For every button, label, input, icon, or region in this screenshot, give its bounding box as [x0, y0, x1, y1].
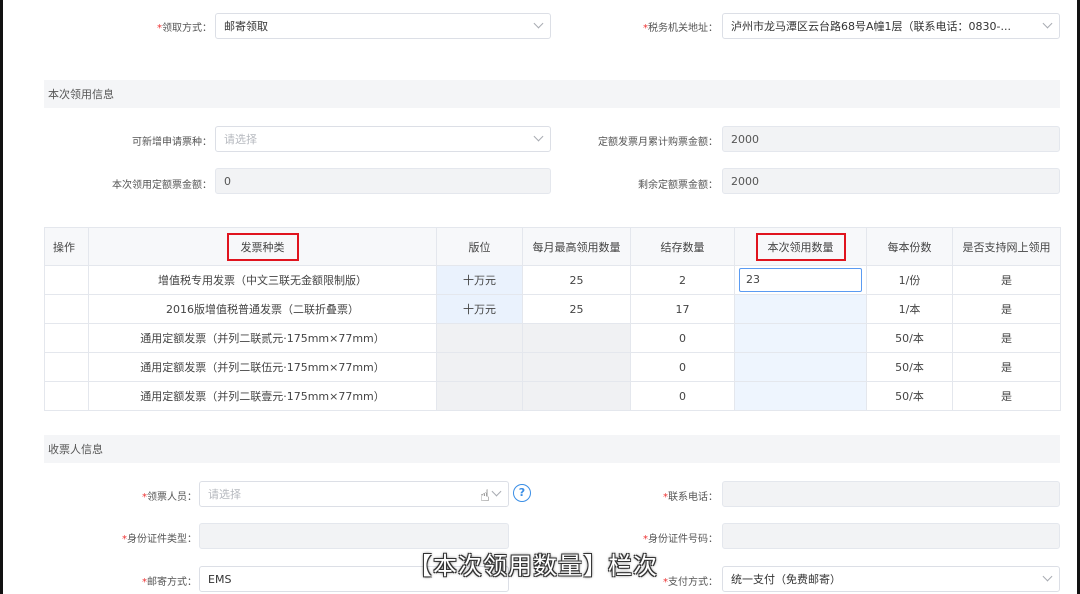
invoice-type-highlight: 发票种类: [226, 232, 299, 261]
row-action-cell: [44, 323, 89, 353]
chevron-down-icon: [1042, 18, 1053, 29]
monthly-max-cell: 25: [522, 294, 631, 324]
table-row: 通用定额发票（并列二联壹元·175mm×77mm） 0 50/本 是: [44, 381, 1061, 411]
monthly-total-label: 定额发票月累计购票金额：: [598, 137, 718, 148]
edition-cell: 十万元: [436, 294, 523, 324]
hand-cursor-icon: ☝: [480, 486, 490, 505]
phone-field: [722, 481, 1060, 507]
col-online: 是否支持网上领用: [952, 227, 1061, 266]
col-monthly-max: 每月最高领用数量: [522, 227, 631, 266]
video-subtitle: 【本次领用数量】栏次: [408, 552, 658, 580]
row-action-cell: [44, 381, 89, 411]
edition-cell: [436, 381, 523, 411]
id-no-field: [722, 523, 1060, 549]
id-type-label: *身份证件类型：: [122, 534, 197, 545]
edition-cell: 十万元: [436, 265, 523, 295]
chevron-down-icon: [533, 18, 544, 29]
online-cell: 是: [952, 265, 1061, 295]
invoice-type-cell: 增值税专用发票（中文三联无金额限制版）: [88, 265, 437, 295]
invoice-type-cell: 2016版增值税普通发票（二联折叠票）: [88, 294, 437, 324]
invoice-type-cell: 通用定额发票（并列二联壹元·175mm×77mm）: [88, 381, 437, 411]
remaining-label: 剩余定额票金额：: [638, 180, 718, 191]
table-row: 通用定额发票（并列二联伍元·175mm×77mm） 0 50/本 是: [44, 352, 1061, 382]
qty-cell: 23: [734, 265, 867, 295]
col-per-book: 每本份数: [866, 227, 953, 266]
col-invoice-type: 发票种类: [88, 227, 437, 266]
col-edition: 版位: [436, 227, 523, 266]
invoice-type-cell: 通用定额发票（并列二联伍元·175mm×77mm）: [88, 352, 437, 382]
receiver-select[interactable]: 请选择: [199, 481, 509, 507]
per-book-cell: 1/本: [866, 294, 953, 324]
qty-input[interactable]: [734, 352, 867, 382]
online-cell: 是: [952, 381, 1061, 411]
qty-highlight: 本次领用数量: [755, 232, 846, 261]
help-icon[interactable]: ?: [513, 484, 531, 502]
table-row: 2016版增值税普通发票（二联折叠票） 十万元 25 17 1/本 是: [44, 294, 1061, 324]
new-type-select[interactable]: 请选择: [215, 126, 551, 152]
col-qty: 本次领用数量: [734, 227, 867, 266]
receiver-label: *领票人员：: [142, 492, 197, 503]
per-book-cell: 1/份: [866, 265, 953, 295]
chevron-down-icon: [533, 131, 544, 142]
qty-input[interactable]: 23: [739, 268, 862, 292]
monthly-max-cell: [522, 352, 631, 382]
row-action-cell: [44, 265, 89, 295]
col-action: 操作: [44, 227, 89, 266]
phone-label: *联系电话：: [663, 492, 718, 503]
qty-input[interactable]: [734, 381, 867, 411]
pay-method-select[interactable]: 统一支付（免费邮寄）: [722, 566, 1060, 592]
monthly-max-cell: [522, 381, 631, 411]
invoice-type-cell: 通用定额发票（并列二联贰元·175mm×77mm）: [88, 323, 437, 353]
pickup-method-select[interactable]: 邮寄领取: [215, 13, 551, 39]
per-book-cell: 50/本: [866, 323, 953, 353]
table-row: 增值税专用发票（中文三联无金额限制版） 十万元 25 2 23 1/份 是: [44, 265, 1061, 295]
online-cell: 是: [952, 294, 1061, 324]
pickup-method-label: *领取方式：: [157, 23, 212, 34]
per-book-cell: 50/本: [866, 381, 953, 411]
new-type-label: 可新增申请票种：: [132, 137, 212, 148]
id-no-label: *身份证件号码：: [643, 534, 718, 545]
mail-method-label: *邮寄方式：: [142, 577, 197, 588]
stock-cell: 0: [630, 352, 735, 382]
online-cell: 是: [952, 323, 1061, 353]
monthly-total-field: 2000: [722, 126, 1060, 152]
row-action-cell: [44, 352, 89, 382]
monthly-max-cell: [522, 323, 631, 353]
table-header-row: 操作 发票种类 版位 每月最高领用数量 结存数量 本次领用数量 每本份数 是否支…: [44, 227, 1061, 266]
section-receiver-info: 收票人信息: [44, 435, 1060, 463]
online-cell: 是: [952, 352, 1061, 382]
table-row: 通用定额发票（并列二联贰元·175mm×77mm） 0 50/本 是: [44, 323, 1061, 353]
per-book-cell: 50/本: [866, 352, 953, 382]
section-usage-info: 本次领用信息: [44, 80, 1060, 108]
qty-input[interactable]: [734, 323, 867, 353]
row-action-cell: [44, 294, 89, 324]
tax-office-label: *税务机关地址：: [643, 23, 718, 34]
stock-cell: 0: [630, 323, 735, 353]
invoice-table: 操作 发票种类 版位 每月最高领用数量 结存数量 本次领用数量 每本份数 是否支…: [44, 227, 1061, 411]
left-border: [0, 0, 3, 594]
tax-office-select[interactable]: 泸州市龙马潭区云台路68号A幢1层（联系电话：0830-...: [722, 13, 1060, 39]
chevron-down-icon: [1042, 571, 1053, 582]
stock-cell: 2: [630, 265, 735, 295]
edition-cell: [436, 352, 523, 382]
stock-cell: 17: [630, 294, 735, 324]
chevron-down-icon: [491, 486, 502, 497]
edition-cell: [436, 323, 523, 353]
current-amount-field: 0: [215, 168, 551, 194]
current-amount-label: 本次领用定额票金额：: [112, 180, 212, 191]
col-stock: 结存数量: [630, 227, 735, 266]
stock-cell: 0: [630, 381, 735, 411]
monthly-max-cell: 25: [522, 265, 631, 295]
qty-input[interactable]: [734, 294, 867, 324]
remaining-field: 2000: [722, 168, 1060, 194]
